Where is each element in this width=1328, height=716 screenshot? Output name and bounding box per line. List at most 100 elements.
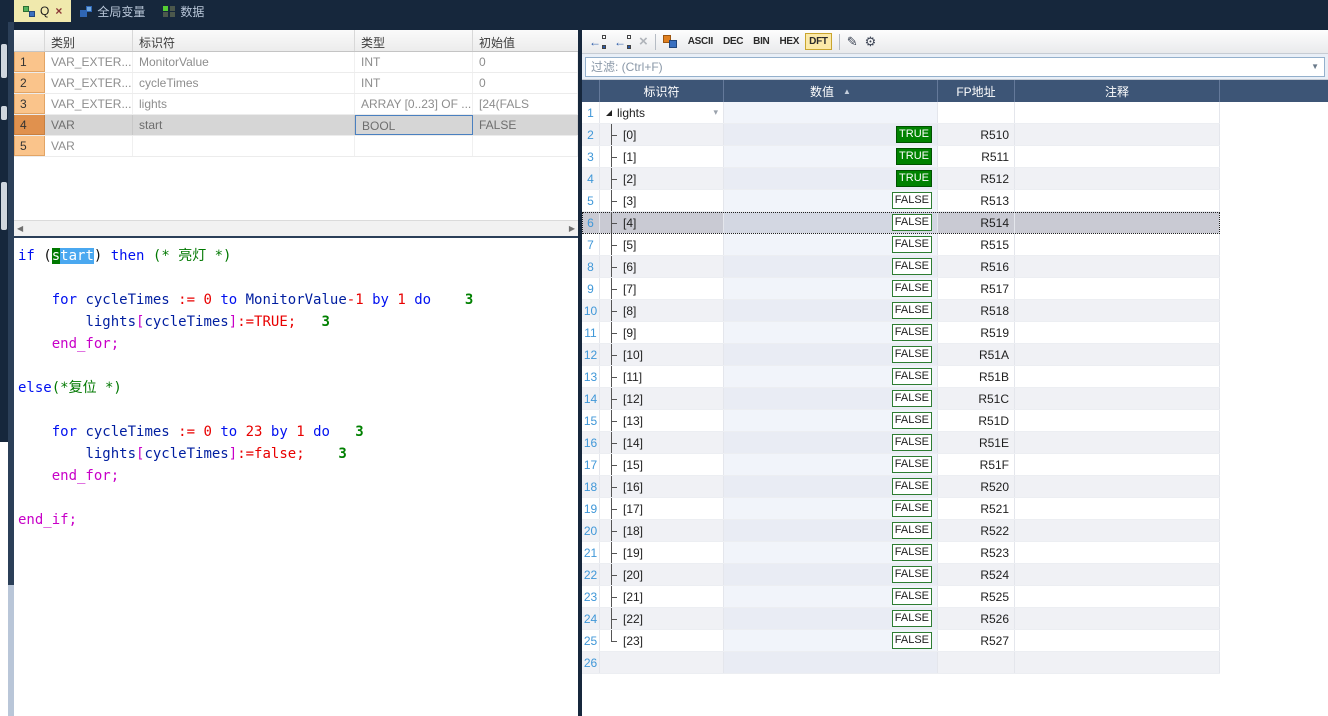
watch-row[interactable]: 3[1]TRUER511 (582, 146, 1220, 168)
tree-connector (611, 278, 623, 299)
collapsed-panel-handle[interactable] (1, 182, 7, 230)
code-token: do (414, 292, 431, 308)
format-button-dec[interactable]: DEC (719, 33, 747, 50)
format-button-hex[interactable]: HEX (775, 33, 803, 50)
watch-row[interactable]: 15[13]FALSER51D (582, 410, 1220, 432)
watch-comment-cell (1015, 454, 1220, 475)
watch-row[interactable]: 26 (582, 652, 1220, 674)
pou-editor-panel: 类别 标识符 类型 初始值 1VAR_EXTER...MonitorValueI… (14, 30, 578, 716)
watch-row[interactable]: 6[4]FALSER514 (582, 212, 1220, 234)
watch-row[interactable]: 11[9]FALSER519 (582, 322, 1220, 344)
filter-combobox[interactable]: 过滤: (Ctrl+F) ▼ (585, 57, 1325, 77)
tab-bar: Q × 全局变量 数据 (0, 0, 1328, 22)
collapsed-panel-handle[interactable] (1, 44, 7, 78)
tab-global-variables[interactable]: 全局变量 (71, 0, 154, 22)
watch-comment-cell (1015, 520, 1220, 541)
watch-row[interactable]: 8[6]FALSER516 (582, 256, 1220, 278)
var-header-initial[interactable]: 初始值 (473, 30, 578, 51)
watch-header-FP地址[interactable]: FP地址 (938, 80, 1015, 102)
watch-comment-cell (1015, 146, 1220, 167)
format-button-dft[interactable]: DFT (805, 33, 832, 50)
watch-row[interactable]: 10[8]FALSER518 (582, 300, 1220, 322)
watch-row-number: 4 (582, 168, 600, 189)
watch-identifier-cell: [7] (600, 278, 724, 299)
watch-row[interactable]: 4[2]TRUER512 (582, 168, 1220, 190)
watch-row[interactable]: 17[15]FALSER51F (582, 454, 1220, 476)
code-token: 3 (355, 424, 363, 440)
watch-identifier-cell: [10] (600, 344, 724, 365)
watch-comment-cell (1015, 410, 1220, 431)
combobox-chevron-icon[interactable]: ▾ (713, 107, 718, 118)
watch-row[interactable]: 1lights▾ (582, 102, 1220, 124)
dropdown-arrow-icon[interactable]: ▼ (1311, 62, 1319, 71)
insert-variable-after-icon[interactable]: ← (614, 35, 632, 49)
collapsed-panel-handle[interactable] (1, 106, 7, 120)
format-button-bin[interactable]: BIN (749, 33, 773, 50)
watch-row[interactable]: 18[16]FALSER520 (582, 476, 1220, 498)
close-icon[interactable]: × (55, 4, 62, 18)
watch-row[interactable]: 16[14]FALSER51E (582, 432, 1220, 454)
settings-gear-icon[interactable]: ⚙ (865, 34, 877, 50)
column-header-label: 数值 (810, 83, 834, 100)
watch-row[interactable]: 23[21]FALSER525 (582, 586, 1220, 608)
watch-fp-address-cell: R520 (938, 476, 1015, 497)
var-row[interactable]: 5VAR (14, 136, 578, 157)
edit-pencil-icon[interactable]: ✎ (847, 34, 858, 50)
identifier-label: [8] (623, 304, 636, 318)
watch-comment-cell (1015, 608, 1220, 629)
code-line: for cycleTimes := 0 to MonitorValue-1 by… (18, 289, 578, 311)
watch-fp-address-cell: R51E (938, 432, 1015, 453)
watch-row[interactable]: 7[5]FALSER515 (582, 234, 1220, 256)
windows-icon[interactable] (663, 35, 677, 48)
watch-row[interactable]: 25[23]FALSER527 (582, 630, 1220, 652)
watch-row-number: 17 (582, 454, 600, 475)
delete-icon[interactable]: × (639, 33, 648, 50)
watch-fp-address-cell: R524 (938, 564, 1015, 585)
identifier-label: [15] (623, 458, 643, 472)
var-header-identifier[interactable]: 标识符 (133, 30, 355, 51)
tab-data[interactable]: 数据 (154, 0, 213, 22)
watch-header-标识符[interactable]: 标识符 (600, 80, 724, 102)
var-header-rownum[interactable] (14, 30, 45, 51)
var-row[interactable]: 4VARstartBOOLFALSE (14, 115, 578, 136)
var-header-category[interactable]: 类别 (45, 30, 133, 51)
watch-row[interactable]: 2[0]TRUER510 (582, 124, 1220, 146)
expander-icon[interactable] (606, 110, 612, 116)
horizontal-scrollbar[interactable]: ◀ ▶ (14, 220, 578, 236)
var-row[interactable]: 1VAR_EXTER...MonitorValueINT0 (14, 52, 578, 73)
value-badge: FALSE (892, 302, 932, 319)
var-type-cell[interactable]: BOOL (355, 115, 473, 135)
watch-row[interactable]: 12[10]FALSER51A (582, 344, 1220, 366)
sort-ascending-icon: ▲ (843, 87, 851, 96)
format-button-ascii[interactable]: ASCII (684, 33, 717, 50)
tab-pou-q[interactable]: Q × (14, 0, 71, 22)
tree-connector (611, 564, 623, 585)
watch-row[interactable]: 19[17]FALSER521 (582, 498, 1220, 520)
watch-row[interactable]: 24[22]FALSER526 (582, 608, 1220, 630)
watch-row-number: 12 (582, 344, 600, 365)
watch-row[interactable]: 14[12]FALSER51C (582, 388, 1220, 410)
watch-header-数值[interactable]: 数值 ▲ (724, 80, 938, 102)
code-token (18, 446, 85, 462)
var-header-type[interactable]: 类型 (355, 30, 473, 51)
watch-comment-cell (1015, 190, 1220, 211)
watch-row[interactable]: 21[19]FALSER523 (582, 542, 1220, 564)
watch-row[interactable]: 13[11]FALSER51B (582, 366, 1220, 388)
scroll-right-icon[interactable]: ▶ (569, 224, 575, 233)
var-grid-body: 1VAR_EXTER...MonitorValueINT02VAR_EXTER.… (14, 52, 578, 157)
var-row[interactable]: 2VAR_EXTER...cycleTimesINT0 (14, 73, 578, 94)
tree-connector (611, 168, 623, 189)
code-token: then (111, 248, 145, 264)
watch-header-注释[interactable]: 注释 (1015, 80, 1220, 102)
var-row[interactable]: 3VAR_EXTER...lightsARRAY [0..23] OF ...[… (14, 94, 578, 115)
scroll-left-icon[interactable]: ◀ (17, 224, 23, 233)
watch-value-cell: FALSE (724, 410, 938, 431)
watch-row-number: 10 (582, 300, 600, 321)
watch-row[interactable]: 22[20]FALSER524 (582, 564, 1220, 586)
insert-variable-before-icon[interactable]: ← (589, 35, 607, 49)
var-category-cell: VAR_EXTER... (45, 73, 133, 93)
watch-row[interactable]: 9[7]FALSER517 (582, 278, 1220, 300)
watch-row[interactable]: 20[18]FALSER522 (582, 520, 1220, 542)
structured-text-editor[interactable]: if (start) then (* 亮灯 *) for cycleTimes … (14, 238, 578, 716)
watch-row[interactable]: 5[3]FALSER513 (582, 190, 1220, 212)
